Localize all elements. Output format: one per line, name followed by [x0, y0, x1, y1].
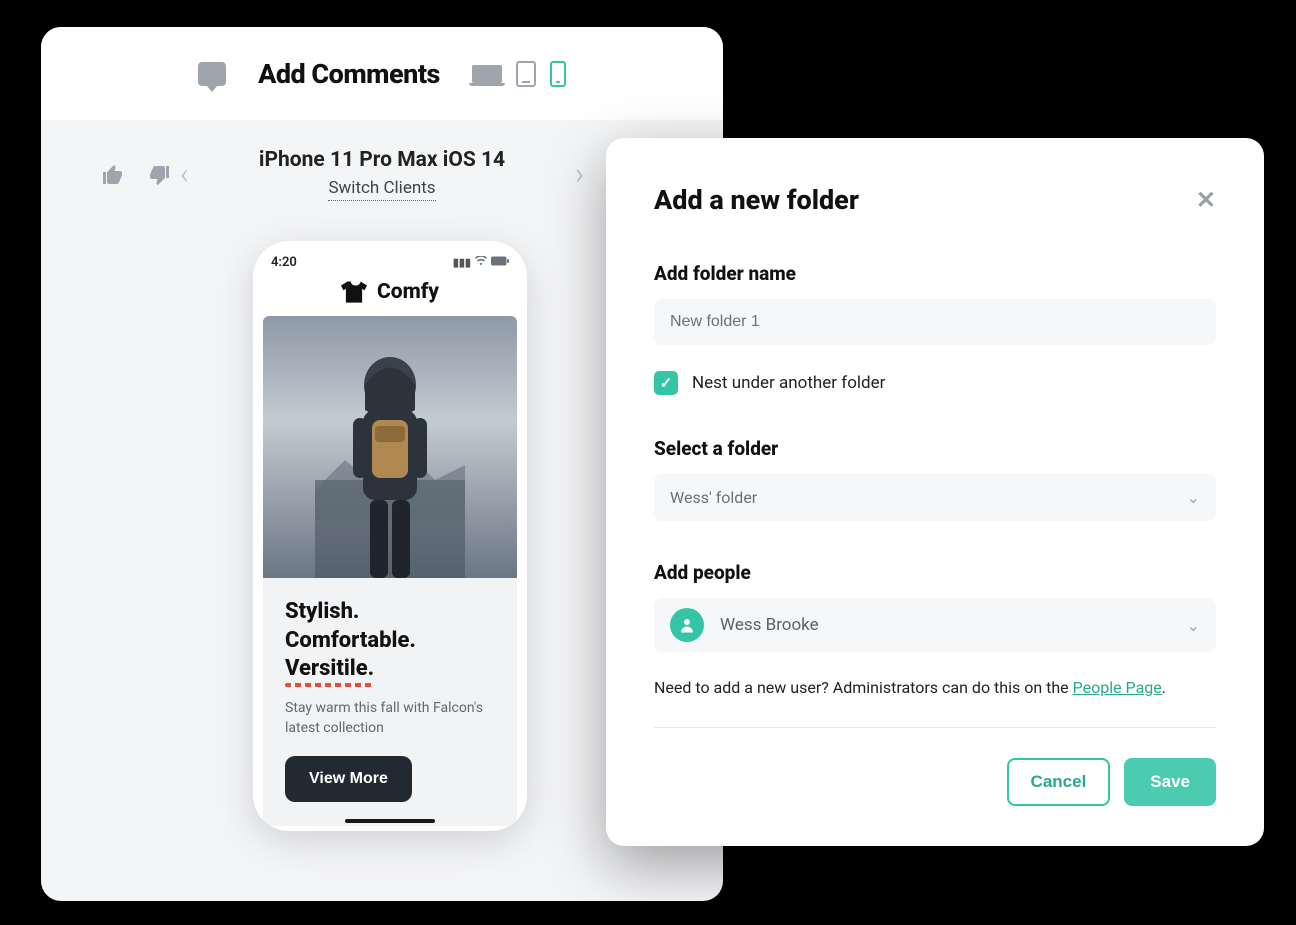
modal-title: Add a new folder: [654, 184, 859, 216]
feedback-thumbs: [101, 163, 171, 187]
selected-folder-value: Wess' folder: [670, 488, 757, 507]
nest-checkbox-row[interactable]: ✓ Nest under another folder: [654, 371, 1216, 395]
wifi-icon: [475, 256, 487, 269]
status-indicators: ▮▮▮: [453, 255, 509, 270]
app-header: Comfy: [253, 276, 527, 316]
laptop-icon[interactable]: [472, 65, 502, 83]
typo-underline: Versitile.: [285, 655, 374, 684]
select-folder-label: Select a folder: [654, 437, 1216, 460]
selected-person-name: Wess Brooke: [720, 615, 819, 635]
chevron-right-icon[interactable]: ›: [575, 157, 584, 192]
chevron-left-icon[interactable]: ‹: [180, 157, 189, 192]
thumb-up-icon[interactable]: [101, 163, 125, 187]
product-description: Stay warm this fall with Falcon's latest…: [285, 698, 495, 739]
modal-footer: Cancel Save: [654, 758, 1216, 806]
client-info: iPhone 11 Pro Max iOS 14 Switch Clients: [259, 148, 505, 201]
brand-name: Comfy: [377, 280, 439, 304]
person-chip: Wess Brooke: [670, 608, 819, 642]
people-page-link[interactable]: People Page: [1073, 678, 1162, 697]
phone-time: 4:20: [271, 255, 297, 270]
comment-icon[interactable]: [198, 62, 226, 86]
phone-status-bar: 4:20 ▮▮▮: [253, 241, 527, 276]
signal-icon: ▮▮▮: [453, 256, 471, 269]
hiker-illustration: [315, 340, 465, 578]
folder-name-label: Add folder name: [654, 262, 1216, 285]
headline-1: Stylish.: [285, 598, 495, 627]
tablet-icon[interactable]: [516, 61, 536, 87]
product-text: Stylish. Comfortable. Versitile. Stay wa…: [263, 578, 517, 826]
home-indicator: [345, 819, 435, 823]
add-folder-modal: Add a new folder ✕ Add folder name ✓ Nes…: [606, 138, 1264, 846]
device-name: iPhone 11 Pro Max iOS 14: [259, 148, 505, 172]
people-select[interactable]: Wess Brooke ⌄: [654, 598, 1216, 652]
thumb-down-icon[interactable]: [147, 163, 171, 187]
headline-2: Comfortable.: [285, 627, 495, 656]
folder-select[interactable]: Wess' folder ⌄: [654, 474, 1216, 521]
headline-3: Versitile.: [285, 655, 495, 684]
checkbox-checked-icon[interactable]: ✓: [654, 371, 678, 395]
avatar-icon: [670, 608, 704, 642]
helper-text: Need to add a new user? Administrators c…: [654, 678, 1216, 728]
mobile-icon[interactable]: [550, 61, 566, 87]
folder-name-input[interactable]: [654, 299, 1216, 345]
chevron-down-icon: ⌄: [1187, 616, 1200, 635]
page-title: Add Comments: [258, 58, 440, 90]
product-image: [263, 316, 517, 578]
product-card: Stylish. Comfortable. Versitile. Stay wa…: [263, 316, 517, 826]
client-switcher: ‹ iPhone 11 Pro Max iOS 14 Switch Client…: [171, 148, 593, 201]
close-icon[interactable]: ✕: [1196, 186, 1216, 214]
switch-clients-link[interactable]: Switch Clients: [328, 178, 435, 201]
save-button[interactable]: Save: [1124, 758, 1216, 806]
device-selector: [472, 61, 566, 87]
battery-icon: [491, 256, 509, 269]
tshirt-icon: [341, 281, 367, 303]
view-more-button[interactable]: View More: [285, 756, 412, 802]
add-people-label: Add people: [654, 561, 1216, 584]
top-bar: Add Comments: [41, 27, 723, 120]
chevron-down-icon: ⌄: [1187, 488, 1200, 507]
helper-suffix: .: [1162, 678, 1166, 697]
phone-preview: 4:20 ▮▮▮ Comfy: [253, 241, 527, 831]
cancel-button[interactable]: Cancel: [1007, 758, 1111, 806]
nest-label: Nest under another folder: [692, 373, 885, 393]
modal-header: Add a new folder ✕: [654, 184, 1216, 216]
helper-prefix: Need to add a new user? Administrators c…: [654, 678, 1073, 697]
